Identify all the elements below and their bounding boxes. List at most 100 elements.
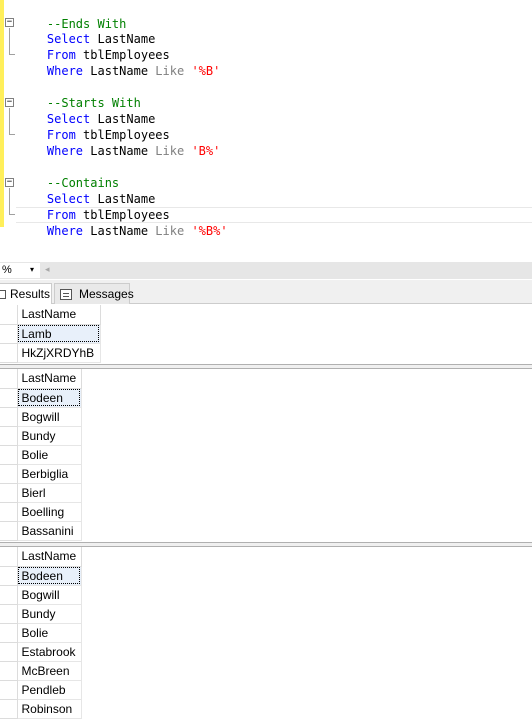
table-cell[interactable]: Bodeen (17, 388, 82, 408)
row-header-corner[interactable] (0, 369, 18, 389)
row-number[interactable] (0, 502, 18, 522)
table-cell[interactable]: Bolie (17, 445, 82, 465)
like-pattern: '%B%' (191, 224, 228, 238)
table-cell[interactable]: Bodeen (17, 566, 82, 586)
row-number[interactable] (0, 426, 18, 446)
collapse-icon[interactable]: − (5, 178, 14, 187)
fold-guide (9, 28, 10, 54)
row-number[interactable] (0, 642, 18, 662)
code-line-where[interactable]: Where LastName Like 'B%' (18, 127, 220, 158)
code-line-comment[interactable]: --Contains (18, 159, 119, 190)
editor-status-strip: % ▾ ◂ (0, 262, 532, 279)
table-row[interactable]: Bogwill (0, 407, 82, 427)
table-cell[interactable]: Bogwill (17, 585, 82, 605)
code-line-from[interactable]: From tblEmployees (18, 31, 170, 62)
code-line-comment[interactable]: --Ends With (18, 0, 126, 31)
column-header[interactable]: LastName (17, 369, 82, 389)
table-cell[interactable]: Robinson (17, 699, 82, 719)
column-name: LastName (90, 64, 149, 78)
messages-icon (60, 289, 72, 300)
row-number[interactable] (0, 343, 18, 363)
collapse-icon[interactable]: − (5, 18, 14, 27)
table-cell[interactable]: Bogwill (17, 407, 82, 427)
row-header-corner[interactable] (0, 305, 18, 325)
row-number[interactable] (0, 483, 18, 503)
row-number[interactable] (0, 680, 18, 700)
table-row[interactable]: Estabrook (0, 642, 82, 662)
table-row[interactable]: Berbiglia (0, 464, 82, 484)
table-row[interactable]: Bodeen (0, 388, 82, 408)
row-number[interactable] (0, 445, 18, 465)
table-row[interactable]: Bolie (0, 623, 82, 643)
code-line-where[interactable]: Where LastName Like '%B%' (18, 207, 228, 238)
column-name: LastName (90, 224, 149, 238)
code-line-from[interactable]: From tblEmployees (18, 191, 170, 222)
grid-icon (0, 290, 6, 299)
table-cell[interactable]: Berbiglia (17, 464, 82, 484)
table-cell[interactable]: Bassanini (17, 521, 82, 541)
row-number[interactable] (0, 661, 18, 681)
table-cell[interactable]: Bundy (17, 426, 82, 446)
code-line-select[interactable]: Select LastName (18, 15, 155, 46)
column-header[interactable]: LastName (17, 305, 101, 325)
row-number[interactable] (0, 623, 18, 643)
table-row[interactable]: Pendleb (0, 680, 82, 700)
code-line-select[interactable]: Select LastName (18, 175, 155, 206)
like-pattern: '%B' (191, 64, 221, 78)
table-row[interactable]: Bundy (0, 604, 82, 624)
fold-guide-end (9, 134, 15, 135)
table-cell[interactable]: Bundy (17, 604, 82, 624)
table-row[interactable]: HkZjXRDYhB (0, 343, 101, 363)
tab-messages[interactable]: Messages (54, 283, 134, 304)
table-cell[interactable]: Estabrook (17, 642, 82, 662)
code-line-where[interactable]: Where LastName Like '%B' (18, 47, 220, 78)
table-row[interactable]: Bodeen (0, 566, 82, 586)
table-cell[interactable]: Pendleb (17, 680, 82, 700)
fold-guide (9, 188, 10, 214)
table-cell[interactable]: Boelling (17, 502, 82, 522)
table-row[interactable]: Boelling (0, 502, 82, 522)
table-cell[interactable]: McBreen (17, 661, 82, 681)
row-number[interactable] (0, 464, 18, 484)
keyword-like: Like (155, 64, 185, 78)
table-row[interactable]: McBreen (0, 661, 82, 681)
code-line-select[interactable]: Select LastName (18, 95, 155, 126)
table-row[interactable]: Bundy (0, 426, 82, 446)
table-cell[interactable]: Lamb (17, 324, 101, 344)
sql-editor[interactable]: --Ends With − Select LastName From tblEm… (0, 0, 532, 262)
table-cell[interactable]: HkZjXRDYhB (17, 343, 101, 363)
code-line-from[interactable]: From tblEmployees (18, 111, 170, 142)
fold-guide-end (9, 54, 15, 55)
row-number[interactable] (0, 604, 18, 624)
zoom-dropdown[interactable]: % ▾ (0, 263, 40, 278)
tab-messages-label: Messages (79, 287, 134, 301)
scroll-left-icon[interactable]: ◂ (45, 264, 50, 275)
row-number[interactable] (0, 324, 18, 344)
keyword-where: Where (46, 64, 84, 78)
row-number[interactable] (0, 407, 18, 427)
table-row[interactable]: Bogwill (0, 585, 82, 605)
table-cell[interactable]: Bierl (17, 483, 82, 503)
keyword-where: Where (46, 224, 84, 238)
results-grid-1[interactable]: LastName Lamb HkZjXRDYhB (0, 305, 532, 364)
chevron-down-icon[interactable]: ▾ (30, 265, 34, 274)
row-number[interactable] (0, 699, 18, 719)
table-cell[interactable]: Bolie (17, 623, 82, 643)
row-number[interactable] (0, 388, 18, 408)
table-row[interactable]: Bolie (0, 445, 82, 465)
table-row[interactable]: Bassanini (0, 521, 82, 541)
tab-results[interactable]: Results (0, 283, 52, 304)
results-grid-3[interactable]: LastName Bodeen Bogwill Bundy Bolie Esta… (0, 547, 532, 721)
table-row[interactable]: Bierl (0, 483, 82, 503)
collapse-icon[interactable]: − (5, 98, 14, 107)
row-header-corner[interactable] (0, 547, 18, 567)
column-header[interactable]: LastName (17, 547, 82, 567)
row-number[interactable] (0, 566, 18, 586)
keyword-like: Like (155, 144, 185, 158)
table-row[interactable]: Robinson (0, 699, 82, 719)
results-grid-2[interactable]: LastName Bodeen Bogwill Bundy Bolie Berb… (0, 369, 532, 543)
table-row[interactable]: Lamb (0, 324, 101, 344)
code-line-comment[interactable]: --Starts With (18, 79, 141, 110)
row-number[interactable] (0, 521, 18, 541)
row-number[interactable] (0, 585, 18, 605)
